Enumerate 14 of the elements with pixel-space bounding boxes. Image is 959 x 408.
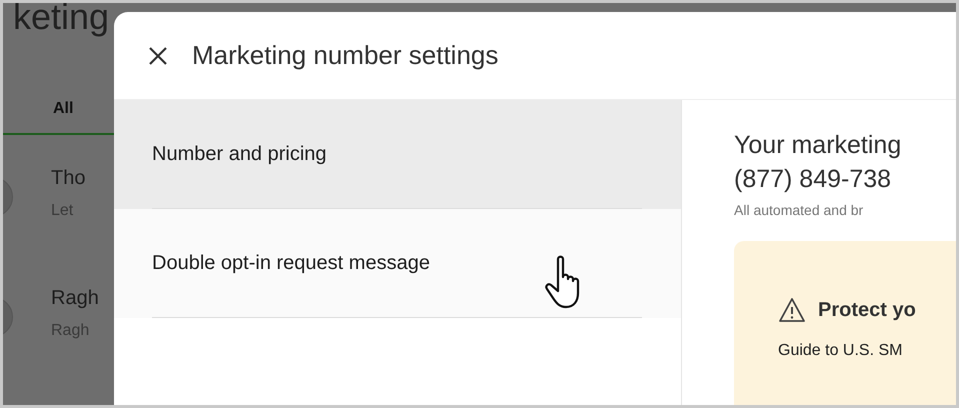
warning-title: Protect yo <box>818 298 916 323</box>
settings-nav-item[interactable]: Number and pricing <box>114 100 681 209</box>
warning-icon <box>778 297 806 323</box>
modal-title: Marketing number settings <box>192 39 498 72</box>
section-heading: Your marketing <box>734 130 902 161</box>
settings-nav-item[interactable]: Double opt-in request message <box>114 209 681 318</box>
filter-tab[interactable]: All <box>3 97 94 133</box>
warning-text: Guide to U.S. SM <box>778 341 904 361</box>
page-title: keting <box>12 3 110 37</box>
contact-name: Tho <box>51 166 86 191</box>
contact-name: Ragh <box>51 286 100 311</box>
close-icon <box>148 46 168 66</box>
phone-number: (877) 849-738 <box>734 164 892 195</box>
info-text: All automated and br <box>734 201 864 220</box>
